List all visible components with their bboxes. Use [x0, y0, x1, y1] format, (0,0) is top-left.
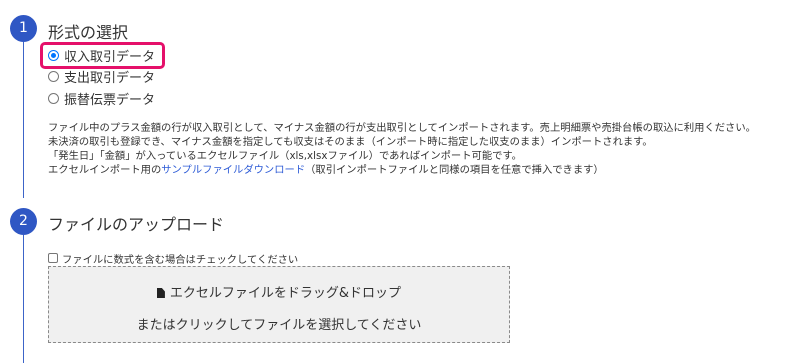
format-description: ファイル中のプラス金額の行が収入取引として、マイナス金額の行が支出取引としてイン…	[48, 121, 756, 177]
radio-button[interactable]	[48, 70, 59, 82]
description-text: エクセルインポート用の	[48, 164, 162, 176]
format-option-transfer[interactable]: 振替伝票データ	[48, 89, 156, 108]
radio-button-checked[interactable]	[48, 49, 59, 61]
step-2-connector-line	[23, 235, 24, 363]
radio-button[interactable]	[48, 92, 59, 104]
description-line: エクセルインポート用のサンプルファイルダウンロード（取引インポートファイルと同様…	[48, 163, 756, 177]
step-1-connector-line	[23, 42, 24, 198]
file-icon	[156, 288, 165, 298]
import-page: 1 形式の選択 収入取引データ 支出取引データ 振替伝票データ ファイル中のプラ…	[0, 0, 805, 363]
step-1-number-badge: 1	[10, 15, 37, 42]
format-option-transfer-label: 振替伝票データ	[64, 92, 156, 108]
format-option-expense-label: 支出取引データ	[64, 70, 156, 86]
description-text: （取引インポートファイルと同様の項目を任意で挿入できます）	[305, 164, 604, 176]
description-line: 未決済の取引も登録でき、マイナス金額を指定しても収支はそのまま（インポート時に指…	[48, 136, 653, 148]
formula-checkbox-label: ファイルに数式を含む場合はチェックしてください	[62, 253, 299, 266]
format-option-income-label: 収入取引データ	[64, 49, 156, 65]
dropzone-drag-drop-label: エクセルファイルをドラッグ&ドロップ	[169, 286, 402, 301]
sample-file-download-link[interactable]: サンプルファイルダウンロード	[161, 164, 305, 176]
step-1-title: 形式の選択	[48, 23, 129, 42]
format-option-income[interactable]: 収入取引データ	[48, 46, 156, 65]
format-option-expense[interactable]: 支出取引データ	[48, 67, 156, 86]
formula-checkbox[interactable]	[48, 253, 58, 263]
description-line: 「発生日」「金額」が入っているエクセルファイル（xls,xlsxファイル）であれ…	[48, 150, 522, 162]
step-2-number-badge: 2	[10, 208, 37, 235]
dropzone-click-select-label: またはクリックしてファイルを選択してください	[136, 318, 422, 333]
step-2-title: ファイルのアップロード	[48, 215, 225, 234]
formula-checkbox-row[interactable]: ファイルに数式を含む場合はチェックしてください	[48, 251, 299, 266]
description-line: ファイル中のプラス金額の行が収入取引として、マイナス金額の行が支出取引としてイン…	[48, 122, 756, 134]
file-dropzone[interactable]: エクセルファイルをドラッグ&ドロップ またはクリックしてファイルを選択してくださ…	[48, 266, 510, 343]
dropzone-primary-text: エクセルファイルをドラッグ&ドロップ	[49, 282, 509, 301]
